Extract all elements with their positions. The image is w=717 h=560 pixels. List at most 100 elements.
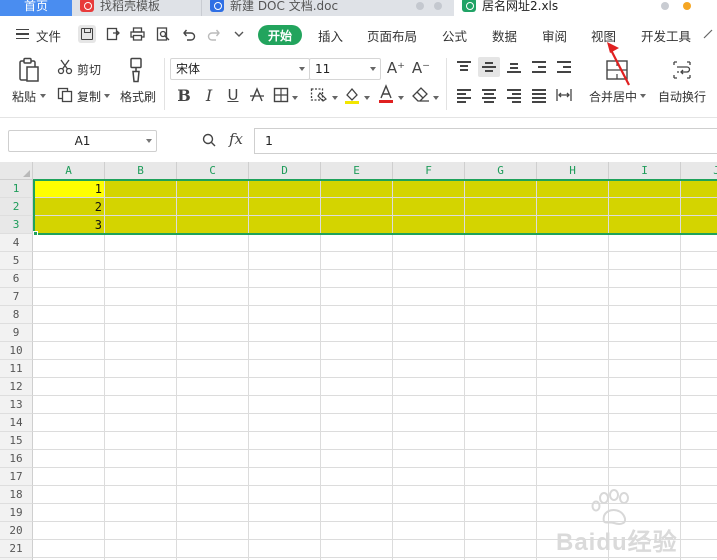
tab-page-layout[interactable]: 页面布局 — [367, 26, 417, 45]
cell-style-dropdown-icon[interactable] — [332, 96, 338, 100]
save-icon[interactable] — [78, 25, 96, 43]
format-painter-button[interactable]: 格式刷 — [120, 88, 156, 105]
tab-xls-file[interactable]: 居名网址2.xls — [454, 0, 717, 16]
align-bottom-icon[interactable] — [507, 61, 521, 73]
formula-input[interactable]: 1 — [254, 128, 717, 154]
increase-font-size-icon[interactable]: A⁺ — [386, 58, 406, 78]
copy-button[interactable]: 复制 — [77, 88, 101, 105]
row-header-9[interactable]: 9 — [0, 324, 33, 342]
redo-icon[interactable] — [205, 25, 223, 43]
undo-icon[interactable] — [179, 25, 197, 43]
wrap-text-button[interactable]: 自动换行 — [658, 88, 706, 105]
column-header-b[interactable]: B — [105, 162, 177, 180]
fill-color-icon[interactable] — [342, 85, 362, 105]
align-top-icon[interactable] — [457, 61, 471, 73]
copy-dropdown-icon[interactable] — [104, 94, 110, 98]
more-tabs-icon[interactable] — [699, 25, 717, 43]
tab-doc-file[interactable]: 新建 DOC 文档.doc — [202, 0, 454, 16]
format-painter-icon[interactable] — [126, 56, 146, 84]
decrease-font-size-icon[interactable]: A⁻ — [411, 58, 431, 78]
distributed-align-icon[interactable] — [555, 86, 573, 104]
row-header-7[interactable]: 7 — [0, 288, 33, 306]
row-header-16[interactable]: 16 — [0, 450, 33, 468]
font-size-select[interactable]: 11 — [309, 58, 381, 80]
font-color-icon[interactable] — [376, 83, 396, 105]
paste-button[interactable]: 粘贴 — [12, 88, 36, 105]
column-header-g[interactable]: G — [465, 162, 537, 180]
column-header-e[interactable]: E — [321, 162, 393, 180]
row-header-15[interactable]: 15 — [0, 432, 33, 450]
increase-indent-icon[interactable] — [557, 61, 571, 73]
bold-icon[interactable]: B — [175, 85, 193, 105]
tab-close-icon[interactable] — [683, 2, 691, 10]
tab-review[interactable]: 审阅 — [542, 26, 567, 45]
font-color-dropdown-icon[interactable] — [398, 96, 404, 100]
font-name-select[interactable]: 宋体 — [170, 58, 310, 80]
tab-home[interactable]: 首页 — [0, 0, 72, 16]
fill-color-dropdown-icon[interactable] — [364, 96, 370, 100]
merge-center-dropdown-icon[interactable] — [640, 94, 646, 98]
tab-insert[interactable]: 插入 — [318, 26, 343, 45]
tab-developer[interactable]: 开发工具 — [641, 26, 691, 45]
borders-dropdown-icon[interactable] — [292, 96, 298, 100]
print-icon[interactable] — [128, 25, 146, 43]
row-header-17[interactable]: 17 — [0, 468, 33, 486]
column-header-a[interactable]: A — [33, 162, 105, 180]
paste-dropdown-icon[interactable] — [40, 94, 46, 98]
column-header-j[interactable]: J — [681, 162, 717, 180]
row-header-14[interactable]: 14 — [0, 414, 33, 432]
row-header-8[interactable]: 8 — [0, 306, 33, 324]
column-header-d[interactable]: D — [249, 162, 321, 180]
merge-center-button[interactable]: 合并居中 — [589, 88, 637, 105]
row-header-3[interactable]: 3 — [0, 216, 33, 234]
row-header-21[interactable]: 21 — [0, 540, 33, 558]
align-middle-button[interactable] — [478, 57, 500, 77]
cell-style-icon[interactable] — [308, 85, 330, 105]
tab-data[interactable]: 数据 — [492, 26, 517, 45]
paste-icon[interactable] — [16, 56, 42, 84]
align-right-icon[interactable] — [507, 89, 521, 103]
column-header-f[interactable]: F — [393, 162, 465, 180]
strikethrough-icon[interactable] — [248, 85, 266, 105]
tab-template-store[interactable]: 找稻壳模板 — [72, 0, 202, 16]
row-header-19[interactable]: 19 — [0, 504, 33, 522]
zoom-icon[interactable] — [202, 133, 216, 147]
row-header-5[interactable]: 5 — [0, 252, 33, 270]
cut-button[interactable]: 剪切 — [77, 61, 101, 78]
eraser-icon[interactable] — [410, 85, 432, 105]
tab-start[interactable]: 开始 — [258, 25, 302, 45]
tab-formulas[interactable]: 公式 — [442, 26, 467, 45]
insert-function-icon[interactable]: fx — [229, 130, 243, 148]
hamburger-menu-icon[interactable] — [16, 29, 29, 39]
name-box[interactable]: A1 — [8, 130, 157, 152]
justify-icon[interactable] — [532, 89, 546, 103]
file-menu[interactable]: 文件 — [36, 26, 61, 45]
eraser-dropdown-icon[interactable] — [433, 96, 439, 100]
align-center-icon[interactable] — [482, 89, 496, 103]
select-all-corner[interactable] — [0, 162, 33, 180]
row-header-18[interactable]: 18 — [0, 486, 33, 504]
underline-icon[interactable]: U — [224, 85, 242, 105]
fill-handle[interactable] — [33, 231, 38, 236]
decrease-indent-icon[interactable] — [532, 61, 546, 73]
row-header-4[interactable]: 4 — [0, 234, 33, 252]
row-header-2[interactable]: 2 — [0, 198, 33, 216]
row-header-12[interactable]: 12 — [0, 378, 33, 396]
export-icon[interactable] — [104, 25, 122, 43]
column-header-c[interactable]: C — [177, 162, 249, 180]
borders-icon[interactable] — [272, 85, 290, 105]
row-header-13[interactable]: 13 — [0, 396, 33, 414]
column-header-i[interactable]: I — [609, 162, 681, 180]
wrap-text-icon[interactable] — [670, 58, 694, 82]
column-header-h[interactable]: H — [537, 162, 609, 180]
row-header-6[interactable]: 6 — [0, 270, 33, 288]
row-header-11[interactable]: 11 — [0, 360, 33, 378]
row-header-20[interactable]: 20 — [0, 522, 33, 540]
italic-icon[interactable]: I — [200, 85, 218, 105]
scissors-icon[interactable] — [56, 58, 74, 76]
copy-icon[interactable] — [56, 86, 74, 104]
row-header-10[interactable]: 10 — [0, 342, 33, 360]
row-header-1[interactable]: 1 — [0, 180, 33, 198]
print-preview-icon[interactable] — [154, 25, 172, 43]
align-left-icon[interactable] — [457, 89, 471, 103]
